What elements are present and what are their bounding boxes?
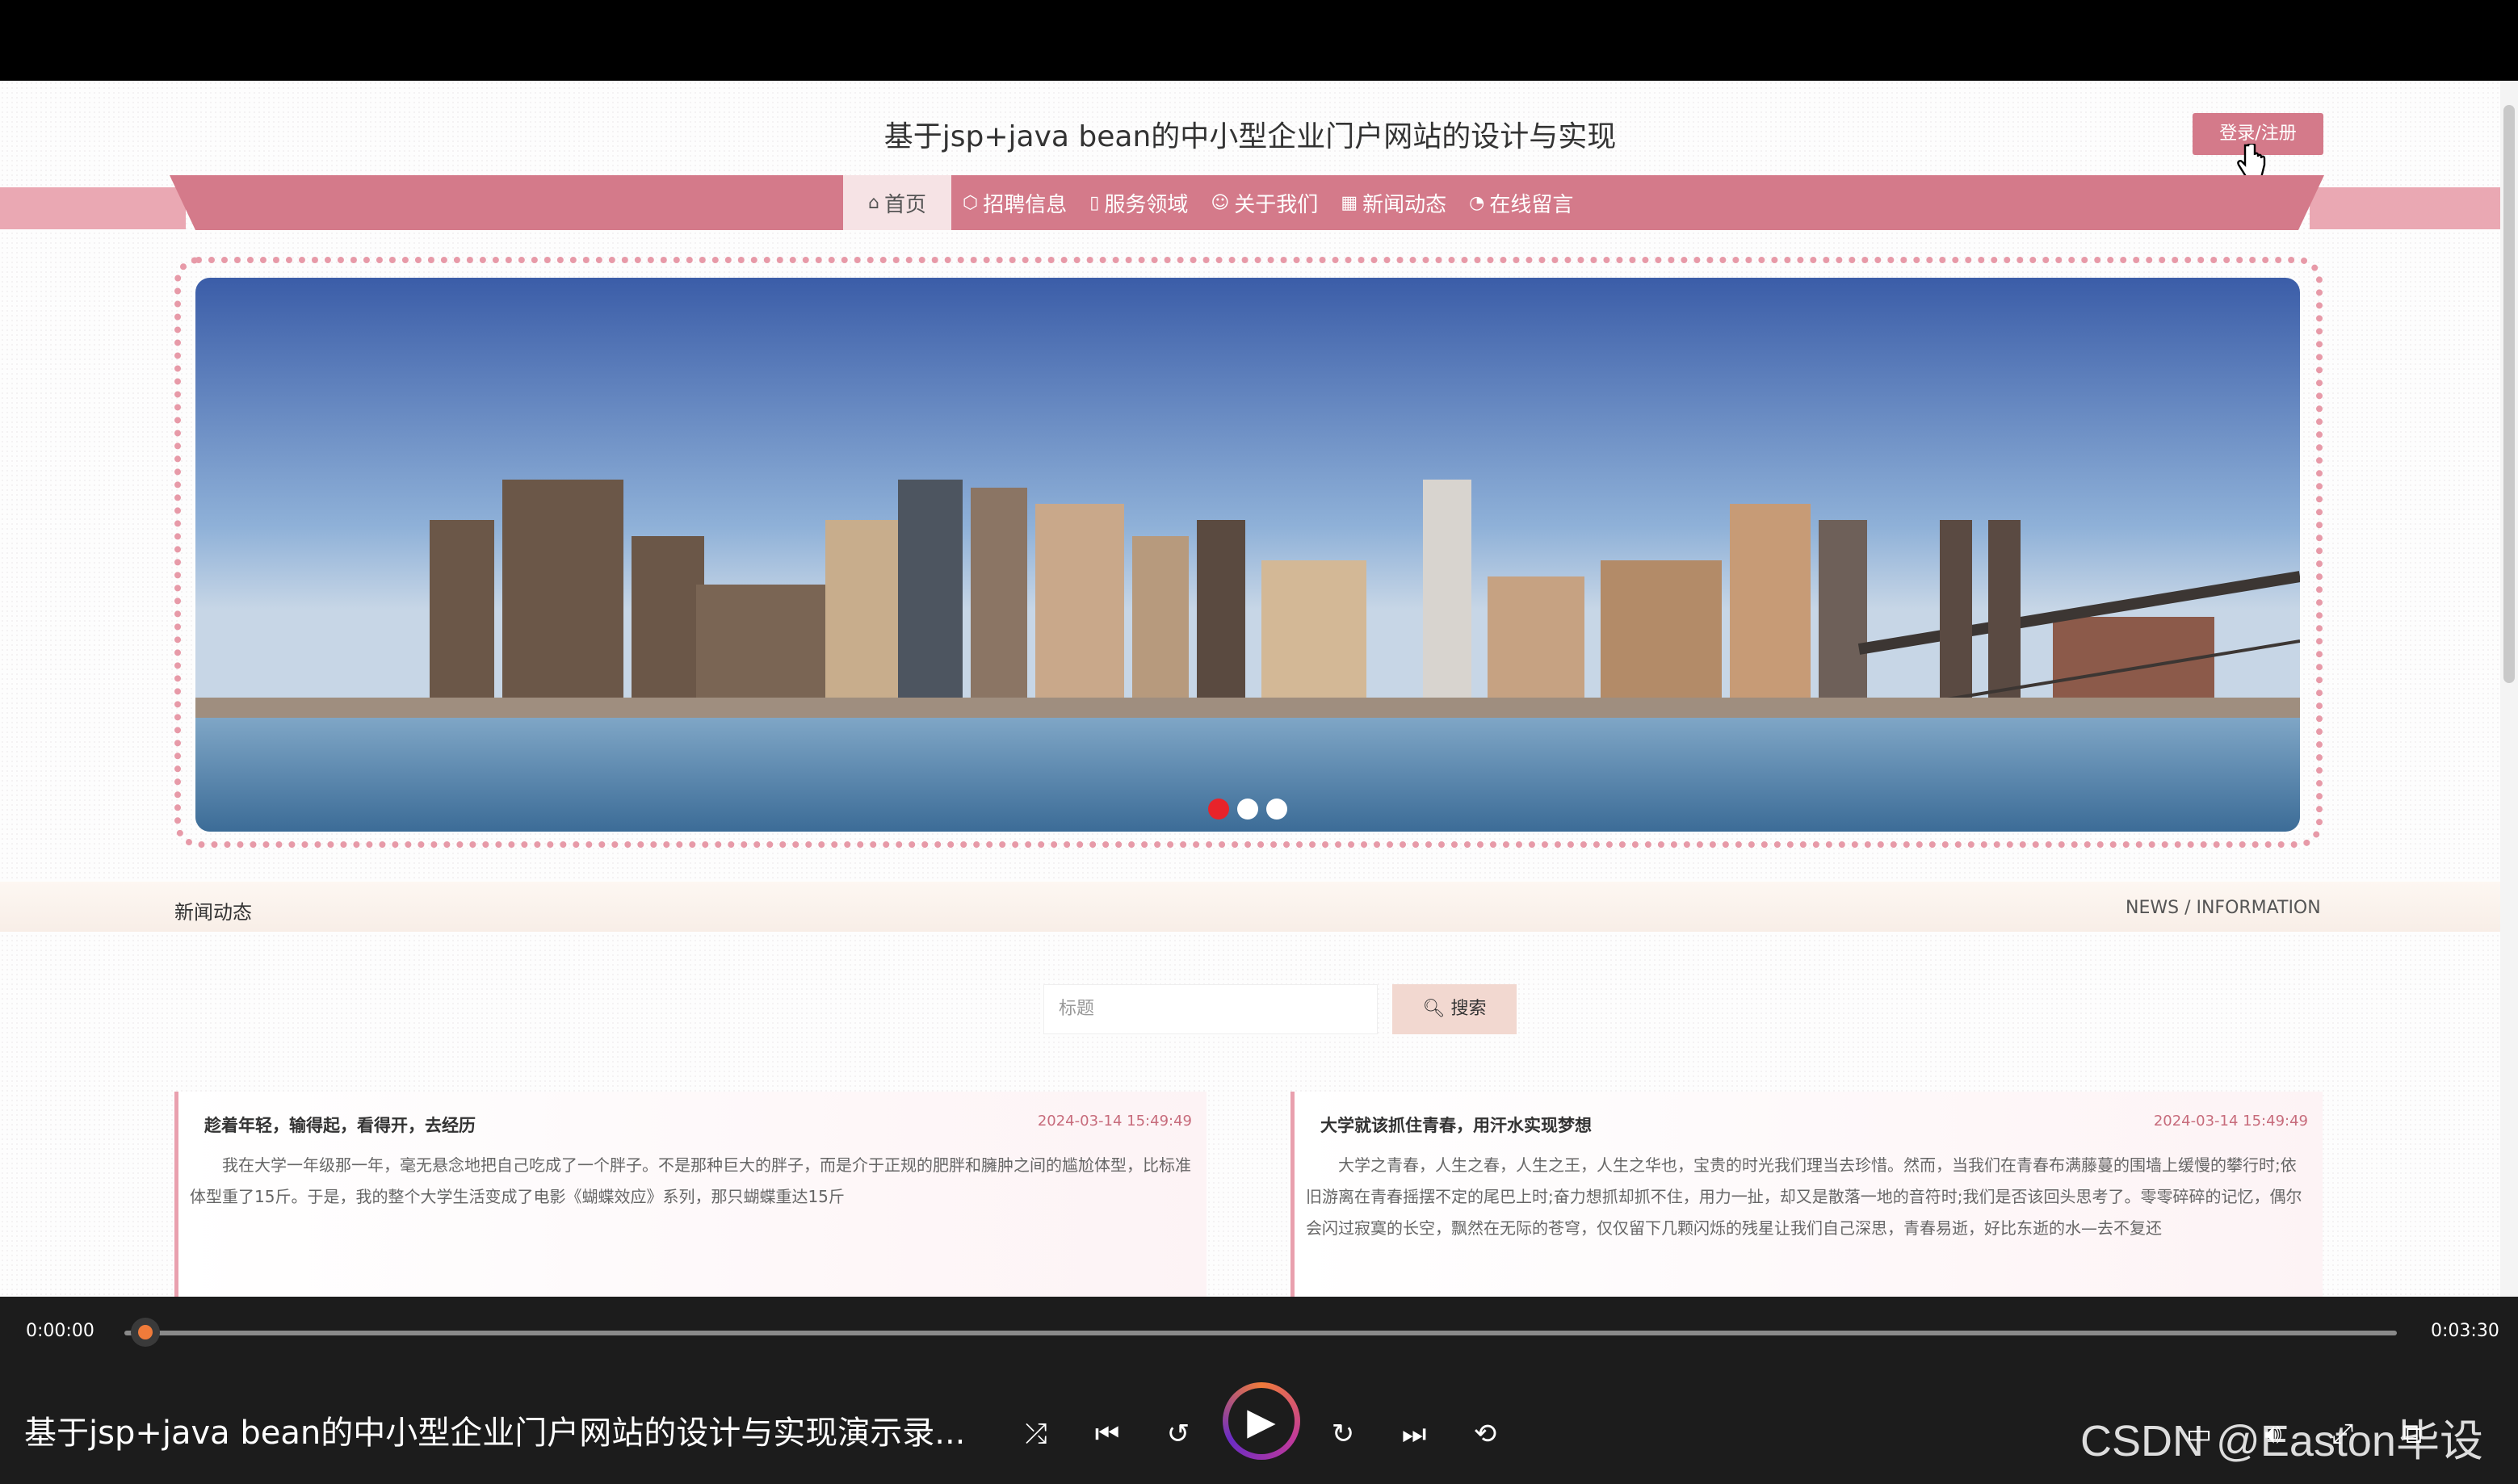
nav-item-label: 新闻动态 [1362, 192, 1447, 217]
search-button[interactable]: 🔍︎ 搜索 [1392, 984, 1517, 1034]
total-time: 0:03:30 [2431, 1321, 2499, 1341]
shuffle-icon[interactable]: ⤮ [1016, 1414, 1056, 1454]
news-card-date: 2024-03-14 15:49:49 [1037, 1113, 1192, 1130]
nav-item-1[interactable]: ⬡ 招聘信息 [951, 175, 1078, 230]
nav-item-4[interactable]: ▦ 新闻动态 [1329, 175, 1458, 230]
watermark: CSDN @Easton毕设 [2080, 1417, 2483, 1465]
nav-ribbon-left [0, 187, 186, 229]
video-frame: 基于jsp+java bean的中小型企业门户网站的设计与实现 登录/注册 ⌂ 首… [0, 81, 2518, 1297]
search-button-label: 搜索 [1450, 999, 1487, 1019]
scrollbar-thumb[interactable] [2503, 105, 2515, 683]
news-card-summary: 大学之青春，人生之春，人生之王，人生之华也，宝贵的时光我们理当去珍惜。然而，当我… [1306, 1155, 2302, 1238]
carousel-dot[interactable] [1237, 799, 1258, 820]
rewind-10-icon[interactable]: ↺ [1158, 1414, 1198, 1454]
main-nav: ⌂ 首页 ⬡ 招聘信息 ▯ 服务领域 ☺ 关于我们 ▦ 新闻动态 ◔ 在线留言 [843, 175, 1584, 230]
nav-item-2[interactable]: ▯ 服务领域 [1078, 175, 1199, 230]
nav-item-0[interactable]: ⌂ 首页 [843, 175, 951, 230]
current-time: 0:00:00 [26, 1321, 94, 1341]
repeat-icon[interactable]: ⟲ [1465, 1414, 1505, 1454]
grid-icon: ▦ [1341, 192, 1358, 213]
next-icon[interactable]: ⏭ [1394, 1414, 1434, 1454]
news-card-summary: 我在大学一年级那一年，毫无悬念地把自己吃成了一个胖子。不是那种巨大的胖子，而是介… [190, 1155, 1191, 1206]
carousel-dot[interactable] [1266, 799, 1287, 820]
news-section-subtitle: NEWS / INFORMATION [2126, 898, 2321, 918]
nav-item-label: 首页 [883, 192, 926, 217]
smile-icon: ☺ [1211, 192, 1230, 213]
previous-icon[interactable]: ⏮ [1087, 1414, 1127, 1454]
seek-handle[interactable] [131, 1318, 160, 1347]
search-input[interactable]: 标题 [1043, 984, 1378, 1034]
seek-bar[interactable] [124, 1331, 2397, 1335]
cube-icon: ⬡ [963, 192, 979, 213]
play-button[interactable]: ▶ [1223, 1382, 1300, 1460]
play-icon: ▶ [1228, 1388, 1295, 1454]
news-card-title[interactable]: 趁着年轻，输得起，看得开，去经历 [204, 1113, 476, 1137]
news-card-date: 2024-03-14 15:49:49 [2153, 1113, 2308, 1130]
nav-item-label: 服务领域 [1104, 192, 1189, 217]
document-icon: ▯ [1089, 192, 1100, 213]
carousel-dots [1208, 799, 1287, 820]
site-title: 基于jsp+java bean的中小型企业门户网站的设计与实现 [883, 120, 1617, 153]
nav-item-label: 关于我们 [1234, 192, 1319, 217]
video-title: 基于jsp+java bean的中小型企业门户网站的设计与实现演示录... [24, 1415, 966, 1452]
home-icon: ⌂ [868, 192, 879, 213]
news-card[interactable]: 大学就该抓住青春，用汗水实现梦想 2024-03-14 15:49:49 大学之… [1290, 1092, 2323, 1297]
news-section-title: 新闻动态 [174, 901, 252, 924]
nav-item-5[interactable]: ◔ 在线留言 [1458, 175, 1584, 230]
banner-image[interactable] [195, 278, 2300, 832]
nav-item-label: 在线留言 [1489, 192, 1574, 217]
nav-item-3[interactable]: ☺ 关于我们 [1199, 175, 1329, 230]
carousel-dot[interactable] [1208, 799, 1229, 820]
nav-ribbon-right [2310, 187, 2500, 229]
news-card-title[interactable]: 大学就该抓住青春，用汗水实现梦想 [1320, 1113, 1592, 1137]
forward-30-icon[interactable]: ↻ [1323, 1414, 1363, 1454]
nav-item-label: 招聘信息 [983, 192, 1068, 217]
search-icon: 🔍︎ [1422, 999, 1446, 1019]
news-card[interactable]: 趁着年轻，输得起，看得开，去经历 2024-03-14 15:49:49 我在大… [174, 1092, 1207, 1297]
gauge-icon: ◔ [1469, 192, 1485, 213]
